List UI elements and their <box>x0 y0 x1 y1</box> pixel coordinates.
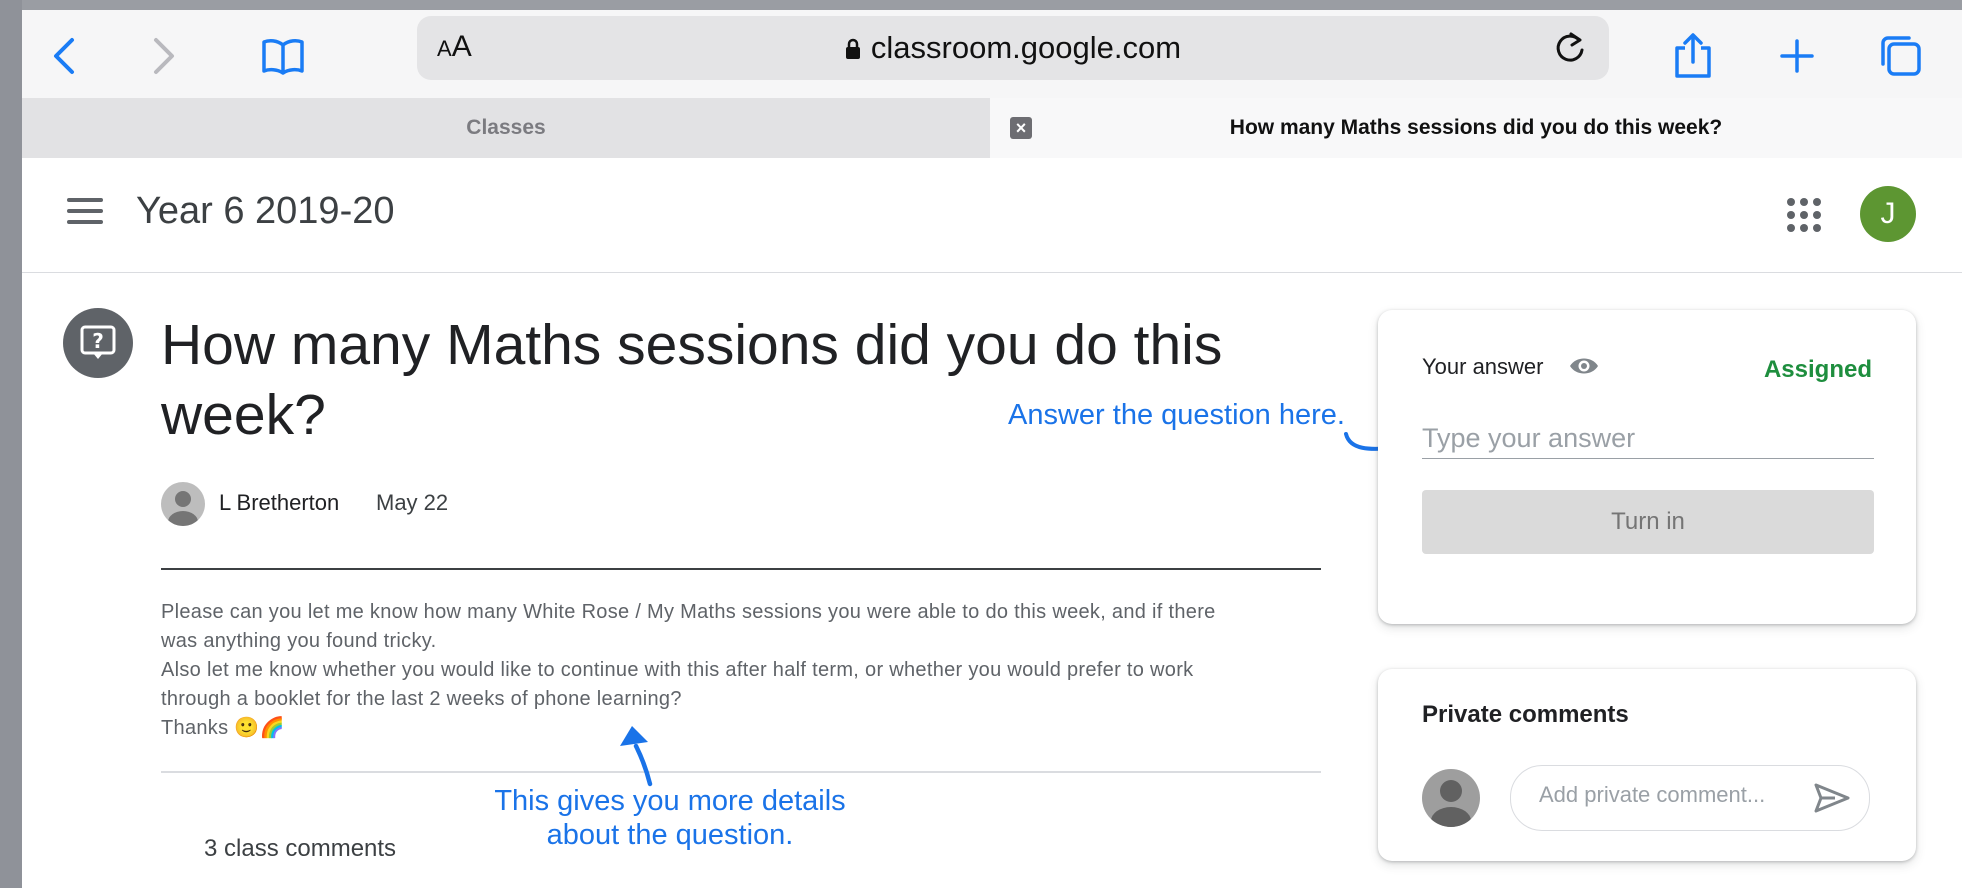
tab-strip: Classes × How many Maths sessions did yo… <box>22 98 1962 159</box>
description-line: Also let me know whether you would like … <box>161 659 1194 681</box>
divider <box>161 771 1321 773</box>
private-comments-card: Private comments <box>1378 669 1916 861</box>
visibility-eye-icon[interactable] <box>1568 354 1600 383</box>
url-text: classroom.google.com <box>870 30 1182 65</box>
back-icon[interactable] <box>44 28 84 84</box>
author-avatar <box>161 482 205 526</box>
question-description: Please can you let me know how many Whit… <box>161 598 1321 743</box>
user-avatar-placeholder <box>1422 769 1480 827</box>
divider <box>161 568 1321 570</box>
new-tab-icon[interactable] <box>1774 28 1820 84</box>
author-name: L Bretherton <box>219 490 340 515</box>
reload-icon[interactable] <box>1553 30 1587 71</box>
tabs-overview-icon[interactable] <box>1875 28 1925 84</box>
turn-in-button[interactable]: Turn in <box>1422 490 1874 554</box>
post-date: May 22 <box>376 490 449 515</box>
class-title[interactable]: Year 6 2019-20 <box>136 190 395 233</box>
bookmarks-icon[interactable] <box>260 28 306 84</box>
annotation-line: This gives you more details <box>494 785 846 817</box>
menu-icon[interactable] <box>67 198 103 228</box>
send-icon[interactable] <box>1813 782 1851 819</box>
your-answer-card: Your answer Assigned Turn in <box>1378 310 1916 624</box>
question-icon: ? <box>63 308 133 378</box>
your-answer-label: Your answer <box>1422 354 1544 379</box>
forward-icon[interactable] <box>144 28 184 84</box>
user-avatar[interactable]: J <box>1860 186 1916 242</box>
window-frame-top <box>0 0 1962 10</box>
annotation-line: about the question. <box>546 819 794 851</box>
share-icon[interactable] <box>1670 28 1716 84</box>
lock-icon <box>845 32 861 68</box>
private-comments-title: Private comments <box>1422 701 1629 728</box>
description-line: Please can you let me know how many Whit… <box>161 601 1216 623</box>
private-comment-field <box>1510 765 1870 831</box>
class-comments-link[interactable]: 3 class comments <box>204 835 396 863</box>
browser-toolbar: AA classroom.google.com <box>22 10 1962 98</box>
tab-question[interactable]: × How many Maths sessions did you do thi… <box>990 98 1962 158</box>
annotation-arrow-up <box>620 726 653 787</box>
status-badge: Assigned <box>1763 356 1872 383</box>
description-line: through a booklet for the last 2 weeks o… <box>161 688 682 710</box>
svg-text:?: ? <box>92 329 104 353</box>
description-line: was anything you found tricky. <box>161 630 437 652</box>
address-bar[interactable]: AA classroom.google.com <box>417 16 1609 80</box>
close-tab-icon[interactable]: × <box>1010 117 1032 139</box>
tab-label: Classes <box>466 116 546 139</box>
annotation-answer-hint: Answer the question here. <box>1008 399 1345 431</box>
annotation-details-hint: This gives you more details about the qu… <box>470 784 870 852</box>
tab-label: How many Maths sessions did you do this … <box>1229 116 1723 139</box>
window-frame-left <box>0 0 22 888</box>
answer-input[interactable] <box>1422 418 1874 459</box>
classroom-header: Year 6 2019-20 J <box>22 158 1962 273</box>
description-line: Thanks 🙂🌈 <box>161 717 285 739</box>
tab-classes[interactable]: Classes <box>22 98 990 158</box>
private-comment-input[interactable] <box>1539 782 1799 808</box>
apps-grid-icon[interactable] <box>1787 198 1821 232</box>
